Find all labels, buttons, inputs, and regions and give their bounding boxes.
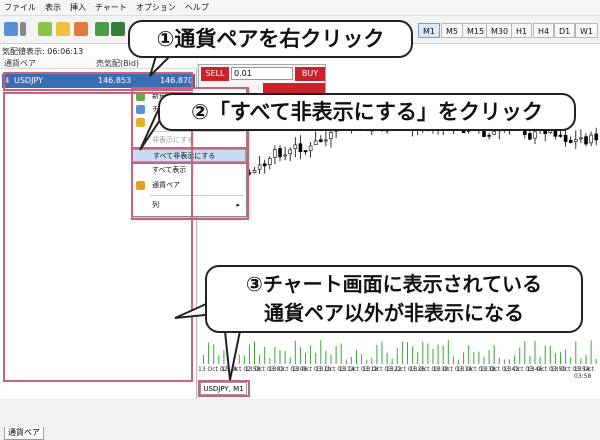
candle-body — [492, 131, 497, 135]
symbols-tab[interactable]: 通貨ペア — [4, 427, 44, 440]
candle-body — [589, 134, 593, 144]
menu-item-symbols[interactable]: 通貨ペア — [132, 179, 246, 192]
time-axis: 13 Oct 02:54 13 Oct 02:58 13 Oct 03:02 13 O… — [198, 366, 600, 380]
candle-body — [579, 137, 583, 140]
menu-separator — [150, 131, 244, 132]
candle-body — [268, 158, 272, 166]
col-symbol[interactable]: 通貨ペア — [4, 58, 36, 69]
symbol-name: USDJPY — [14, 76, 43, 85]
specification-icon — [136, 118, 145, 127]
down-arrow-icon: ⬇ — [4, 76, 11, 85]
symbols-icon — [136, 181, 145, 190]
callout-step3-line1: ③チャート画面に表示されている — [245, 272, 543, 296]
lot-input[interactable]: 0.01 — [231, 67, 293, 80]
symbol-row-usdjpy[interactable]: ⬇ USDJPY 146.853 146.870 — [2, 74, 195, 88]
market-watch-icon[interactable] — [56, 22, 70, 36]
ask-value: 146.870 — [160, 76, 194, 85]
candle-body — [563, 134, 568, 142]
menu-separator — [150, 195, 244, 196]
candle-body — [487, 135, 491, 137]
dropdown-arrow-icon[interactable] — [20, 22, 26, 36]
candle-body — [558, 134, 563, 137]
market-watch-header: 通貨ペア 売気配(Bid) — [0, 57, 197, 69]
candle-body — [528, 133, 532, 140]
candle-chart-icon[interactable] — [111, 22, 125, 36]
callout-step3: ③チャート画面に表示されている 通貨ペア以外が非表示になる — [205, 265, 583, 333]
candle-body — [584, 136, 588, 145]
buy-button[interactable]: BUY — [295, 67, 325, 81]
menu-bar: ファイル 表示 挿入 チャート オプション ヘルプ — [0, 0, 600, 16]
menu-4[interactable]: オプション — [136, 2, 176, 13]
candle-body — [273, 149, 277, 158]
timeframe-h1[interactable]: H1 — [511, 23, 533, 38]
menu-1[interactable]: 表示 — [45, 2, 61, 13]
timeframe-m1[interactable]: M1 — [418, 23, 440, 38]
candle-body — [293, 144, 298, 149]
candle-body — [298, 143, 303, 153]
candle-body — [329, 132, 333, 140]
candle-body — [573, 139, 578, 142]
candle-body — [568, 140, 573, 143]
candle-body — [319, 139, 323, 142]
col-bid[interactable]: 売気配(Bid) — [96, 58, 139, 69]
callout-step2: ②「すべて非表示にする」をクリック — [158, 93, 576, 131]
timeframe-h4[interactable]: H4 — [533, 23, 555, 38]
timeframe-m5[interactable]: M5 — [441, 23, 463, 38]
menu-item-hide-all[interactable]: すべて非表示にする — [132, 149, 246, 162]
candle-body — [533, 131, 537, 139]
submenu-arrow-icon: ▸ — [236, 201, 240, 209]
chart-tab-usdjpy-m1[interactable]: USDJPY, M1 — [200, 382, 247, 395]
callout-step3-line2: 通貨ペア以外が非表示になる — [264, 301, 524, 325]
timeframe-d1[interactable]: D1 — [554, 23, 576, 38]
profile-icon[interactable] — [38, 22, 52, 36]
menu-5[interactable]: ヘルプ — [185, 2, 209, 13]
candle-body — [313, 140, 318, 146]
menu-3[interactable]: チャート — [95, 2, 127, 13]
candle-body — [262, 163, 267, 167]
candle-body — [257, 164, 262, 170]
time-label: 13 Oct 03:58 — [574, 366, 594, 380]
timeframe-w1[interactable]: W1 — [575, 23, 598, 38]
candle-body — [278, 148, 282, 158]
candle-body — [324, 139, 328, 142]
menu-0[interactable]: ファイル — [4, 2, 36, 13]
new-order-icon — [136, 92, 145, 101]
market-watch-title: 気配値表示: 06:06:13 — [2, 47, 84, 56]
candle-body — [283, 154, 287, 157]
menu-item-label: 列 — [152, 201, 159, 209]
menu-item-label: 通貨ペア — [152, 181, 180, 189]
menu-item-hide[interactable]: 非表示にする — [132, 134, 246, 147]
candle-body — [594, 133, 599, 141]
new-chart-icon[interactable] — [4, 22, 18, 36]
candle-body — [308, 145, 313, 151]
callout-step1: ①通貨ペアを右クリック — [128, 20, 413, 58]
menu-2[interactable]: 挿入 — [70, 2, 86, 13]
data-window-icon[interactable] — [74, 22, 88, 36]
candle-body — [288, 149, 292, 155]
bid-value: 146.853 — [98, 76, 132, 85]
chart-window-icon — [136, 105, 145, 114]
sell-button[interactable]: SELL — [201, 67, 229, 81]
candle-body — [247, 172, 252, 175]
bar-chart-icon[interactable] — [95, 22, 109, 36]
timeframe-m30[interactable]: M30 — [486, 23, 514, 38]
candle-body — [303, 150, 308, 153]
menu-item-columns[interactable]: 列 ▸ — [132, 199, 246, 212]
candle-body — [252, 170, 257, 174]
menu-item-show-all[interactable]: すべて表示 — [132, 164, 246, 177]
